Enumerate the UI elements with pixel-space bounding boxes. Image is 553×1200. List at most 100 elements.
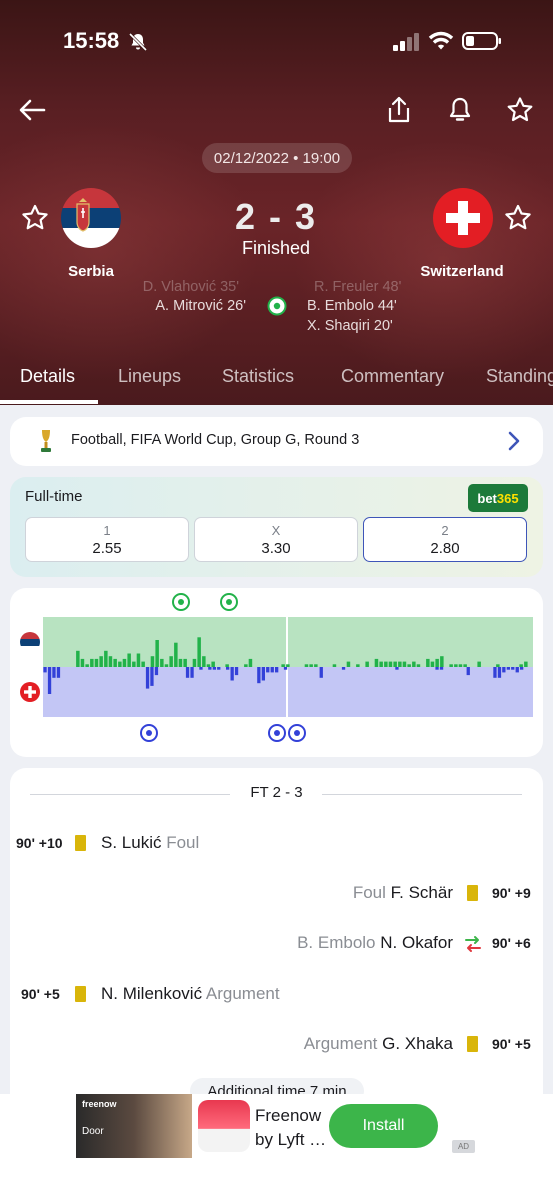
momentum-away-bar — [217, 667, 221, 670]
momentum-home-bar — [309, 664, 313, 667]
momentum-home-bar — [393, 661, 397, 667]
ad-title[interactable]: Freenow by Lyft … — [255, 1104, 335, 1152]
event-row-home[interactable]: S. Lukić Foul — [101, 833, 199, 853]
momentum-away-bar — [199, 667, 203, 670]
momentum-home-bar — [304, 664, 309, 667]
momentum-away-bar — [497, 667, 502, 678]
momentum-home-bar — [155, 640, 159, 667]
event-minute: 90' +5 — [21, 986, 60, 1002]
momentum-home-bar — [160, 658, 164, 667]
momentum-home-bar — [454, 664, 458, 667]
momentum-home-bar — [286, 664, 290, 667]
momentum-away-bar — [395, 667, 399, 670]
momentum-home-bar — [225, 664, 229, 667]
momentum-away-bar — [266, 667, 270, 673]
top-navigation — [0, 90, 553, 130]
event-row-home[interactable]: N. Milenković Argument — [101, 984, 280, 1004]
tab-standings[interactable]: Standings — [486, 366, 553, 387]
odds-title: Full-time — [25, 488, 83, 505]
event-row-away[interactable]: Argument G. Xhaka — [304, 1034, 453, 1054]
momentum-home-bar — [407, 664, 411, 667]
momentum-home-bar — [477, 661, 481, 667]
odds-away-button[interactable]: 2 2.80 — [363, 517, 527, 562]
momentum-home-bar — [108, 656, 113, 667]
momentum-home-bar — [150, 656, 155, 667]
momentum-away-bar — [43, 667, 47, 673]
match-momentum-card[interactable] — [10, 588, 543, 757]
momentum-home-bar — [281, 664, 285, 667]
momentum-away-bar — [145, 667, 150, 689]
ad-banner[interactable]: freenow Door Freenow by Lyft … Install A… — [0, 1094, 553, 1200]
tab-lineups[interactable]: Lineups — [118, 366, 181, 387]
substitution-icon — [465, 936, 481, 952]
away-team-name[interactable]: Switzerland — [402, 263, 522, 280]
momentum-home-bar — [458, 664, 463, 667]
momentum-home-bar — [80, 658, 85, 667]
momentum-away-bar — [511, 667, 515, 670]
momentum-home-bar — [183, 658, 187, 667]
bookmaker-badge[interactable]: bet 365 — [468, 484, 528, 512]
odds-home-value: 2.55 — [92, 540, 122, 557]
momentum-home-bar — [379, 661, 383, 667]
event-row-away[interactable]: B. Embolo N. Okafor — [297, 933, 453, 953]
home-team-name[interactable]: Serbia — [31, 263, 151, 280]
competition-row[interactable]: Football, FIFA World Cup, Group G, Round… — [10, 417, 543, 466]
momentum-home-bar — [248, 658, 253, 667]
status-time: 15:58 — [63, 28, 120, 53]
momentum-home-bar — [104, 650, 108, 667]
momentum-away-bar — [150, 667, 154, 686]
momentum-away-bar — [154, 667, 159, 676]
signal-icon — [393, 33, 419, 51]
momentum-home-bar — [412, 661, 416, 667]
odds-away-value: 2.80 — [430, 540, 460, 557]
event-player: G. Xhaka — [382, 1034, 453, 1053]
event-minute: 90' +9 — [492, 885, 531, 901]
momentum-home-bar — [99, 656, 103, 667]
yellow-card-icon — [467, 1036, 478, 1052]
momentum-home-bar — [206, 664, 211, 667]
momentum-home-bar — [384, 661, 388, 667]
match-score: 2 - 3 — [234, 196, 318, 237]
momentum-home-bar — [430, 661, 435, 667]
momentum-home-bar — [524, 661, 528, 667]
odds-home-label: 1 — [103, 523, 111, 538]
competition-label: Football, FIFA World Cup, Group G, Round… — [71, 432, 360, 448]
momentum-away-bar — [506, 667, 510, 670]
ad-install-button[interactable]: Install — [329, 1104, 438, 1148]
tab-details[interactable]: Details — [20, 366, 75, 387]
home-scorer: A. Mitrović 26' — [155, 298, 246, 314]
momentum-home-bar — [416, 664, 421, 667]
event-minute: 90' +5 — [492, 1036, 531, 1052]
back-arrow-icon[interactable] — [16, 94, 48, 126]
momentum-away-bar — [493, 667, 497, 678]
event-reason: B. Embolo — [297, 933, 376, 952]
ad-image[interactable]: freenow Door — [76, 1094, 192, 1158]
momentum-away-bar — [283, 667, 288, 670]
away-goal-ball-icon — [140, 724, 158, 742]
notification-bell-icon[interactable] — [444, 94, 476, 126]
momentum-away-bar — [466, 667, 470, 676]
momentum-away-bar — [208, 667, 212, 670]
event-row-away[interactable]: Foul F. Schär — [353, 883, 453, 903]
momentum-away-bar — [47, 667, 52, 694]
favorite-star-icon[interactable] — [504, 94, 536, 126]
momentum-away-bar — [439, 667, 444, 670]
momentum-home-bar — [426, 658, 430, 667]
odds-home-button[interactable]: 1 2.55 — [25, 517, 189, 562]
momentum-away-bar — [230, 667, 234, 681]
odds-draw-label: X — [271, 523, 281, 538]
odds-draw-button[interactable]: X 3.30 — [194, 517, 358, 562]
ad-app-logo[interactable] — [198, 1100, 250, 1152]
battery-icon — [462, 32, 501, 50]
ad-image-brand: freenow — [82, 1099, 117, 1109]
tab-statistics[interactable]: Statistics — [222, 366, 294, 387]
away-favorite-star-icon[interactable] — [503, 203, 533, 233]
home-goal-ball-icon — [172, 593, 190, 611]
share-icon[interactable] — [383, 94, 415, 126]
tab-commentary[interactable]: Commentary — [341, 366, 444, 387]
home-goal-ball-icon — [220, 593, 238, 611]
bookmaker-prefix: bet — [477, 490, 497, 506]
home-favorite-star-icon[interactable] — [20, 203, 50, 233]
fulltime-separator: FT 2 - 3 — [250, 784, 303, 801]
yellow-card-icon — [75, 835, 86, 851]
